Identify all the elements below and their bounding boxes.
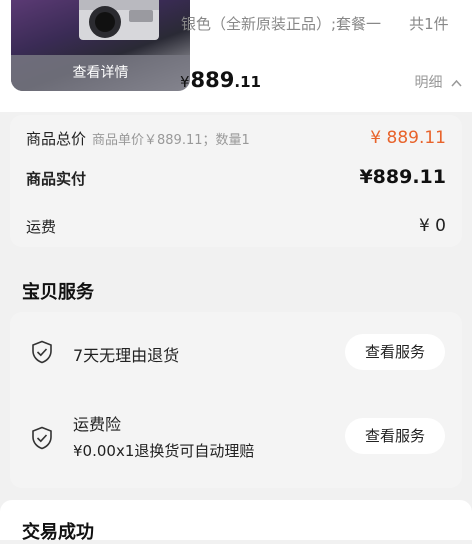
detail-toggle-label: 明细 [414,75,443,91]
total-price-label: 商品总价 [26,130,87,148]
order-status-title: 交易成功 [22,522,94,543]
detail-toggle[interactable]: 明细 [415,72,462,92]
service-title: 运费险 [73,415,122,434]
product-thumbnail[interactable]: 查看详情 [11,0,190,91]
service-description: ¥0.00x1退换货可自动理赔 [73,442,255,460]
order-status-card: 交易成功 [0,500,472,543]
order-item-card: 查看详情 银色（全新原装正品）;套餐一 共1件 ¥889.11 明细 [0,0,472,112]
service-title: 7天无理由退货 [73,346,180,365]
camera-image [79,0,159,40]
shield-check-icon [32,340,52,364]
view-details-overlay[interactable]: 查看详情 [11,55,190,91]
price-currency: ¥ [180,73,190,91]
services-card: 7天无理由退货 查看服务 运费险 ¥0.00x1退换货可自动理赔 查看服务 [10,312,462,488]
price-decimal: .11 [234,73,261,91]
actual-paid-value: ¥889.11 [359,166,446,188]
item-price: ¥889.11 [180,68,261,92]
shipping-value: ¥ 0 [418,216,446,236]
actual-paid-label: 商品实付 [26,170,87,188]
shipping-label: 运费 [26,218,57,236]
chevron-up-icon [451,79,462,87]
total-price-value: ¥ 889.11 [370,128,446,148]
shield-check-icon [32,426,52,450]
price-summary-card: 商品总价 商品单价￥889.11；数量1 ¥ 889.11 商品实付 ¥889.1… [10,115,462,247]
price-integer: 889 [190,68,235,92]
variant-label: 银色（全新原装正品）;套餐一 [181,15,382,33]
view-service-button[interactable]: 查看服务 [345,418,445,454]
view-service-button[interactable]: 查看服务 [345,334,445,370]
item-quantity: 共1件 [409,15,449,33]
services-section-title: 宝贝服务 [22,282,94,303]
product-variant: 银色（全新原装正品）;套餐一 共1件 [181,13,449,34]
unit-price-quantity: 商品单价￥889.11；数量1 [92,133,250,148]
